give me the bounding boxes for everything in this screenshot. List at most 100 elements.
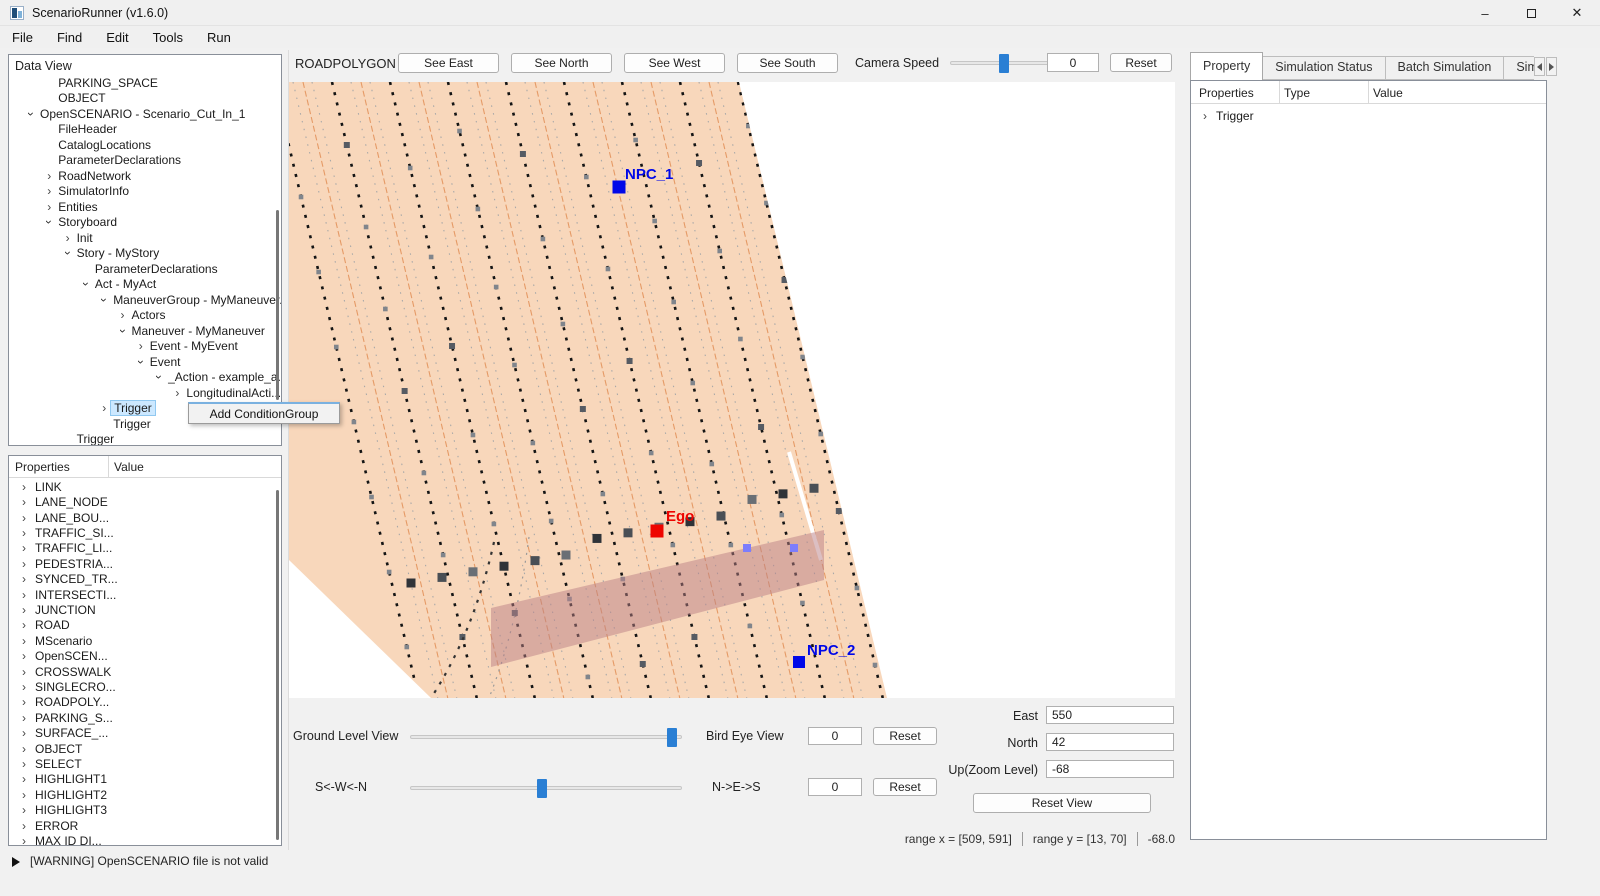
ground-level-slider[interactable] [410,735,682,739]
tree-row-maneuver-mymaneuver[interactable]: ›Maneuver - MyManeuver [10,323,270,339]
column-divider[interactable] [108,456,109,477]
prop-row-highlight1[interactable]: ›HIGHLIGHT1 [10,772,270,788]
tree-row-parking-space[interactable]: PARKING_SPACE [10,75,270,91]
prop-row-highlight3[interactable]: ›HIGHLIGHT3 [10,802,270,818]
prop-row-error[interactable]: ›ERROR [10,818,270,834]
see-south-button[interactable]: See South [737,53,838,73]
prop-row-openscen-[interactable]: ›OpenSCEN... [10,648,270,664]
rotation-slider[interactable] [410,786,682,790]
chevron-right-icon[interactable]: › [18,743,30,755]
prop-row-roadpoly-[interactable]: ›ROADPOLY... [10,695,270,711]
chevron-right-icon[interactable]: › [18,804,30,816]
tree-scrollbar[interactable] [276,210,279,400]
chevron-right-icon[interactable]: › [18,773,30,785]
chevron-right-icon[interactable]: › [18,604,30,616]
prop-row-select[interactable]: ›SELECT [10,756,270,772]
chevron-down-icon[interactable]: › [80,278,92,290]
maximize-button[interactable] [1508,0,1554,26]
camera-speed-slider[interactable] [950,61,1058,65]
tree-row-roadnetwork[interactable]: ›RoadNetwork [10,168,270,184]
chevron-right-icon[interactable]: › [18,712,30,724]
reset-view-button[interactable]: Reset View [973,793,1151,813]
chevron-right-icon[interactable]: › [18,758,30,770]
tree-row-parameterdeclarations[interactable]: ParameterDeclarations [10,153,270,169]
map-viewport[interactable]: NPC_1EgoNPC_2 [289,82,1175,698]
chevron-right-icon[interactable]: › [18,696,30,708]
chevron-right-icon[interactable]: › [117,309,129,321]
tree-row-init[interactable]: ›Init [10,230,270,246]
chevron-right-icon[interactable]: › [18,727,30,739]
east-input[interactable] [1046,706,1174,724]
see-west-button[interactable]: See West [624,53,725,73]
chevron-right-icon[interactable]: › [18,681,30,693]
chevron-down-icon[interactable]: › [117,325,129,337]
chevron-right-icon[interactable]: › [62,232,74,244]
chevron-right-icon[interactable]: › [18,619,30,631]
tree-row-longitudinalacti-[interactable]: ›LongitudinalActi... [10,385,270,401]
chevron-right-icon[interactable]: › [18,496,30,508]
tree-row-storyboard[interactable]: ›Storyboard [10,215,270,231]
camera-speed-reset-button[interactable]: Reset [1110,53,1172,72]
minimize-button[interactable]: – [1462,0,1508,26]
tree-row-story-mystory[interactable]: ›Story - MyStory [10,246,270,262]
prop-row-singlecro-[interactable]: ›SINGLECRO... [10,679,270,695]
chevron-down-icon[interactable]: › [98,294,110,306]
menu-run[interactable]: Run [195,28,243,47]
prop-row-parking-s-[interactable]: ›PARKING_S... [10,710,270,726]
chevron-right-icon[interactable]: › [43,170,55,182]
tree-row-object[interactable]: OBJECT [10,91,270,107]
chevron-right-icon[interactable]: › [18,589,30,601]
prop-row-link[interactable]: ›LINK [10,479,270,495]
tab-simulation-status[interactable]: Simulation Status [1263,56,1385,80]
chevron-right-icon[interactable]: › [18,650,30,662]
tree-row-maneuvergroup-mymaneuver-[interactable]: ›ManeuverGroup - MyManeuver... [10,292,270,308]
chevron-right-icon[interactable]: › [171,387,183,399]
prop-row-crosswalk[interactable]: ›CROSSWALK [10,664,270,680]
chevron-down-icon[interactable]: › [153,371,165,383]
chevron-right-icon[interactable]: › [18,789,30,801]
prop-row-lane-bou-[interactable]: ›LANE_BOU... [10,510,270,526]
tree-row--action-example-a-[interactable]: ›_Action - example_a... [10,370,270,386]
tree-row-event[interactable]: ›Event [10,354,270,370]
tree-row-trigger[interactable]: Trigger [10,432,270,447]
rotation-slider-handle[interactable] [537,779,547,798]
prop-row-pedestria-[interactable]: ›PEDESTRIA... [10,556,270,572]
prop-row-highlight2[interactable]: ›HIGHLIGHT2 [10,787,270,803]
menu-find[interactable]: Find [45,28,94,47]
see-north-button[interactable]: See North [511,53,612,73]
prop-row-surface-[interactable]: ›SURFACE_... [10,725,270,741]
tree-row-cataloglocations[interactable]: CatalogLocations [10,137,270,153]
tab-batch-simulation[interactable]: Batch Simulation [1386,56,1505,80]
chevron-right-icon[interactable]: › [18,835,30,846]
add-conditiongroup-menu-item[interactable]: Add ConditionGroup [210,407,319,421]
camera-speed-input[interactable] [1047,53,1099,72]
tab-scroll-left-button[interactable] [1534,57,1545,76]
chevron-right-icon[interactable]: › [1199,110,1211,122]
prop-row-traffic-si-[interactable]: ›TRAFFIC_SI... [10,525,270,541]
properties-scrollbar[interactable] [276,490,279,840]
chevron-right-icon[interactable]: › [18,481,30,493]
close-button[interactable]: ✕ [1554,0,1600,26]
tree-row-act-myact[interactable]: ›Act - MyAct [10,277,270,293]
bird-eye-reset-button[interactable]: Reset [873,727,937,745]
camera-speed-slider-handle[interactable] [999,54,1009,73]
tree-row-openscenario-scenario-cut-in-1[interactable]: ›OpenSCENARIO - Scenario_Cut_In_1 [10,106,270,122]
chevron-right-icon[interactable]: › [18,558,30,570]
tree-row-fileheader[interactable]: FileHeader [10,122,270,138]
prop-row-object[interactable]: ›OBJECT [10,741,270,757]
chevron-right-icon[interactable]: › [18,527,30,539]
chevron-down-icon[interactable]: › [62,247,74,259]
chevron-right-icon[interactable]: › [43,201,55,213]
chevron-right-icon[interactable]: › [98,402,110,414]
prop-row-road[interactable]: ›ROAD [10,618,270,634]
menu-file[interactable]: File [0,28,45,47]
see-east-button[interactable]: See East [398,53,499,73]
tree-row-parameterdeclarations[interactable]: ParameterDeclarations [10,261,270,277]
rotation-input[interactable] [808,778,862,796]
tab-property[interactable]: Property [1190,52,1263,80]
tab-simulation-f[interactable]: Simulation F [1504,56,1534,80]
ground-level-slider-handle[interactable] [667,728,677,747]
chevron-right-icon[interactable]: › [18,820,30,832]
prop-row-intersecti-[interactable]: ›INTERSECTI... [10,587,270,603]
bird-eye-input[interactable] [808,727,862,745]
